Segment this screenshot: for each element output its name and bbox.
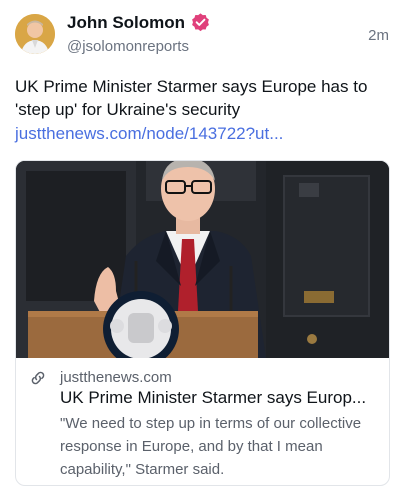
post-container: John Solomon @jsolomonreports 2m UK Prim… — [0, 0, 406, 500]
post-text: UK Prime Minister Starmer says Europe ha… — [15, 77, 368, 119]
link-icon — [31, 371, 45, 385]
post-timestamp[interactable]: 2m — [368, 27, 389, 44]
author-name[interactable]: John Solomon — [67, 13, 185, 33]
card-description: "We need to step up in terms of our coll… — [60, 415, 362, 478]
avatar[interactable] — [15, 14, 55, 54]
card-image[interactable] — [16, 161, 389, 358]
author-handle[interactable]: @jsolomonreports — [67, 38, 189, 55]
card-domain: justthenews.com — [60, 369, 172, 386]
verified-badge-icon — [192, 13, 209, 32]
card-title[interactable]: UK Prime Minister Starmer says Europ... — [60, 388, 380, 408]
post-link[interactable]: justthenews.com/node/143722?ut... — [15, 122, 283, 145]
link-preview-card[interactable]: justthenews.com UK Prime Minister Starme… — [15, 160, 390, 486]
